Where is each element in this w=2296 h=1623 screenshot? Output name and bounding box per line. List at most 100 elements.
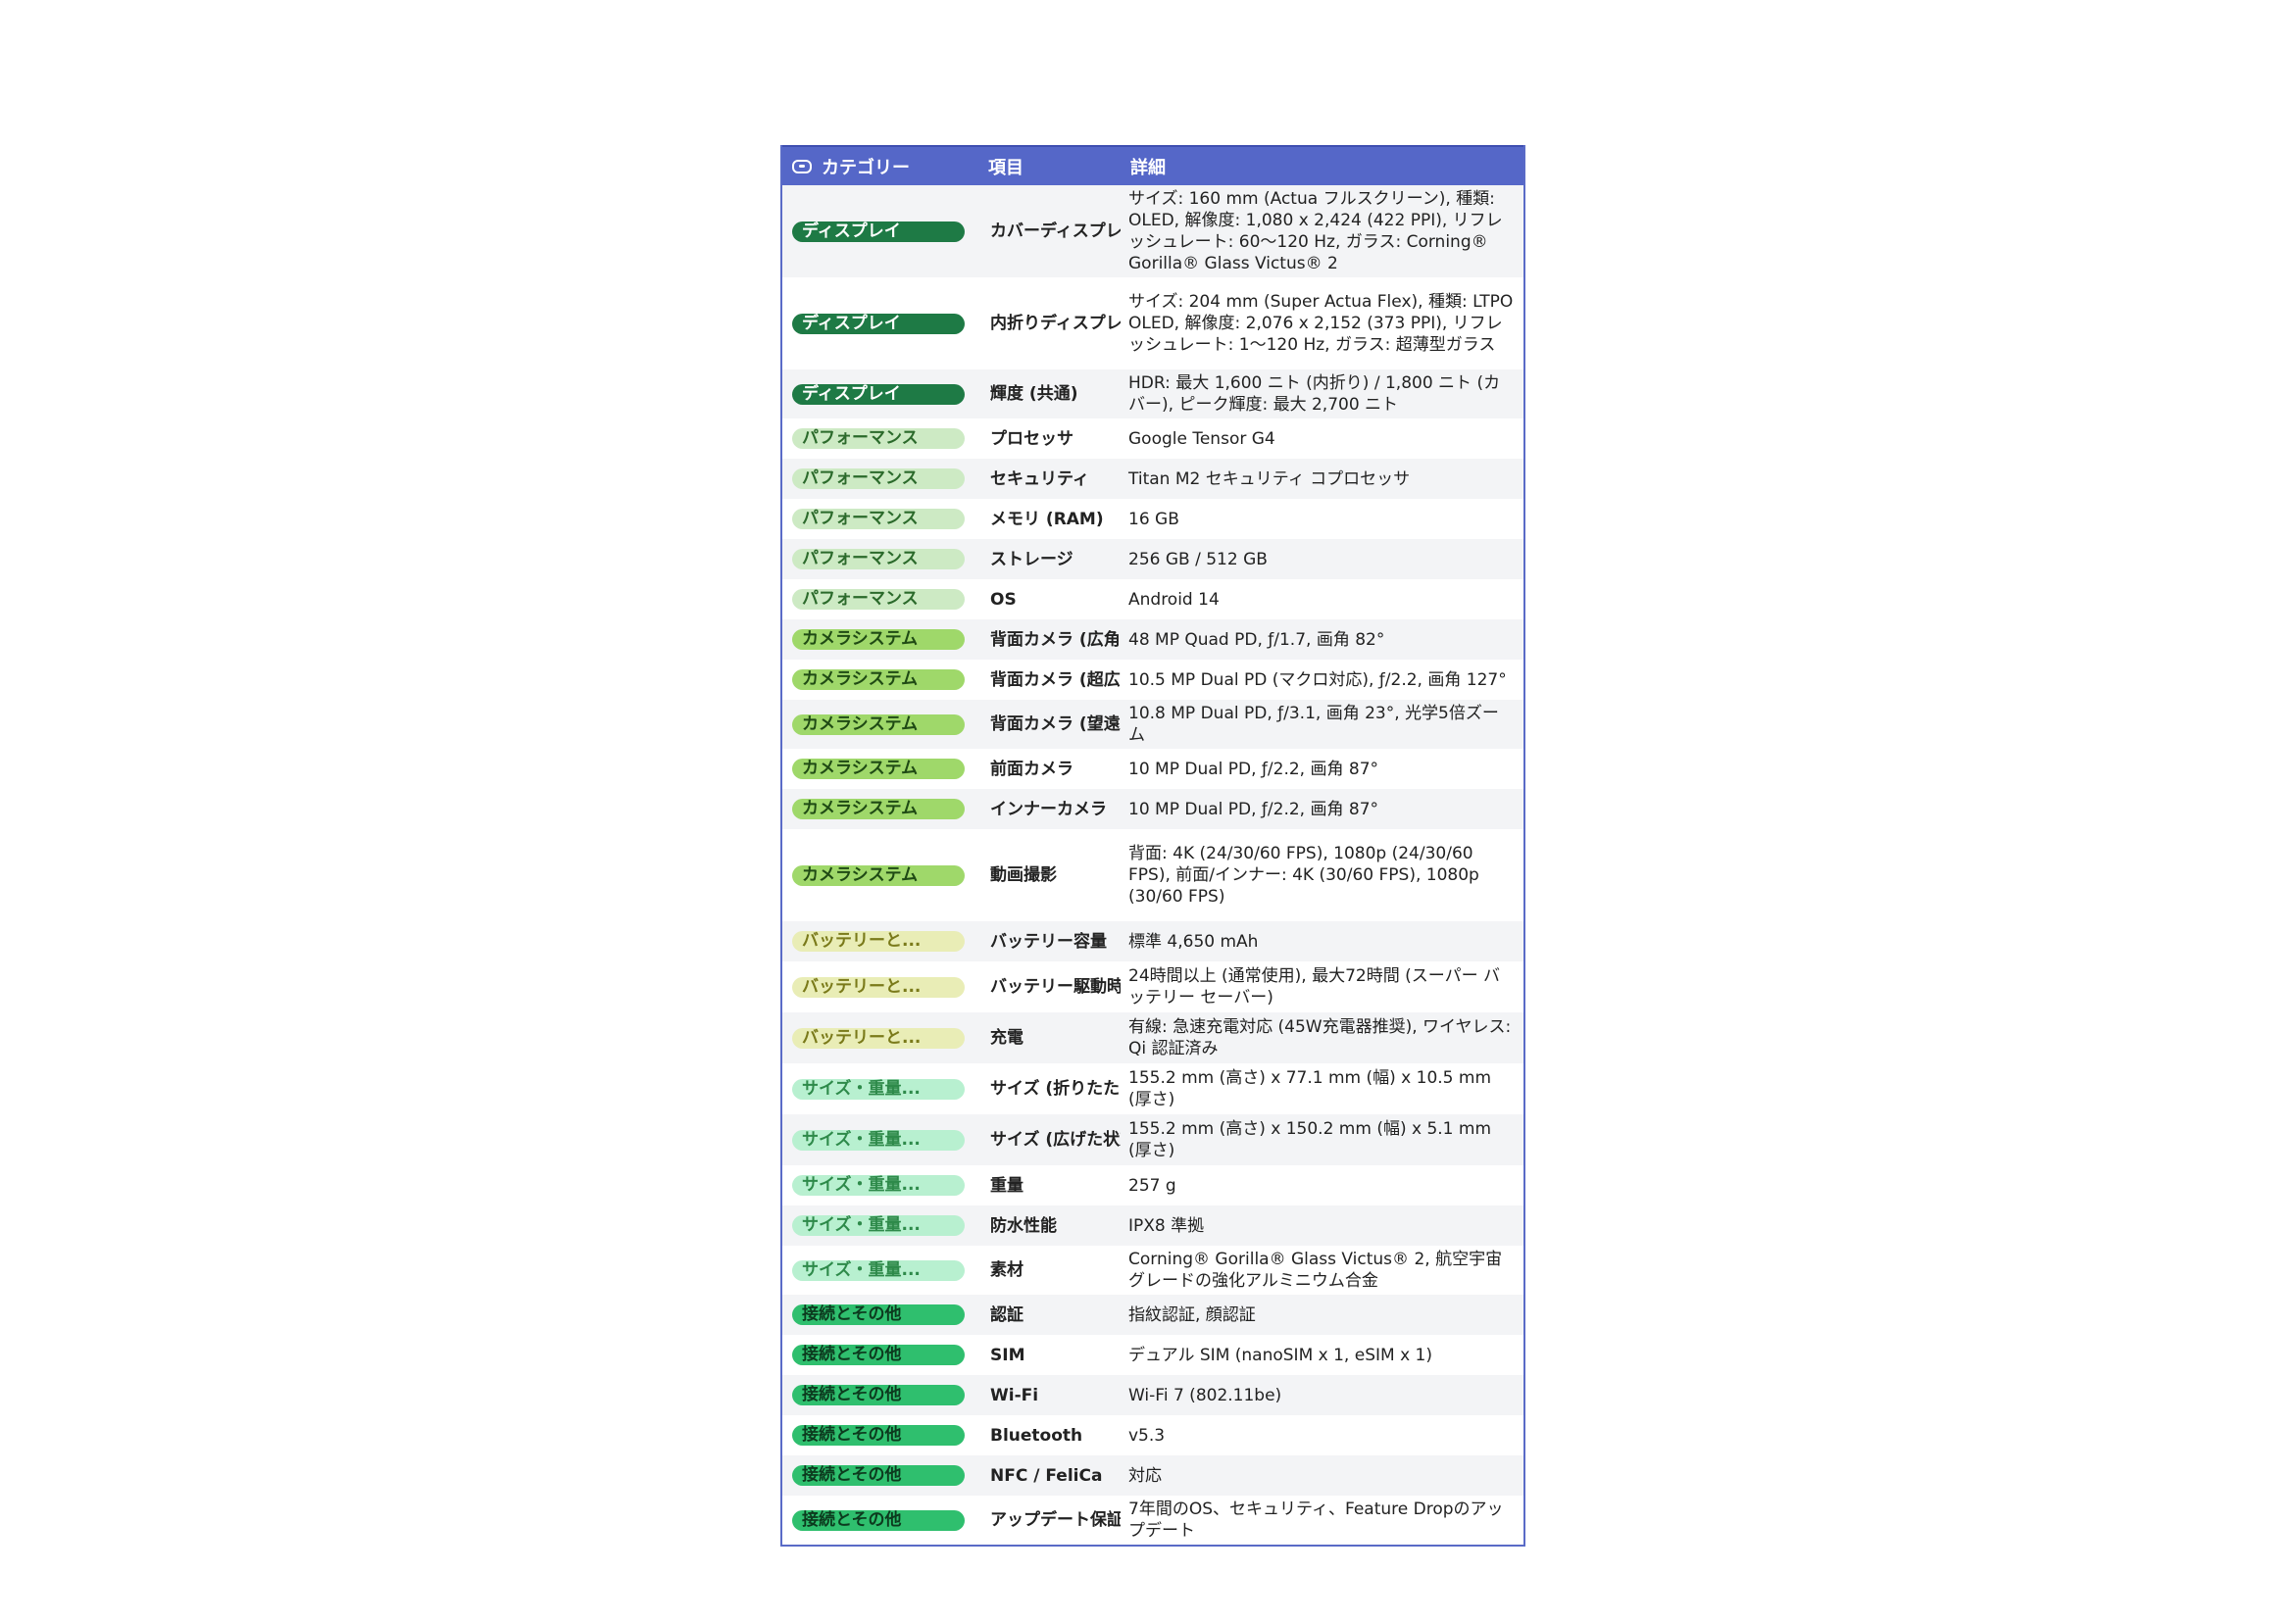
- table-row: カメラシステム 背面カメラ (超広角) 10.5 MP Dual PD (マクロ対応…: [782, 660, 1523, 700]
- category-badge: 接続とその他: [792, 1465, 965, 1486]
- table-row: 接続とその他 SIM デュアル SIM (nanoSIM x 1, eSIM x 1…: [782, 1335, 1523, 1375]
- category-badge: カメラシステム: [792, 713, 965, 735]
- detail-cell: 257 g: [1128, 1175, 1176, 1196]
- detail-cell: 対応: [1128, 1465, 1162, 1486]
- item-cell: メモリ (RAM): [990, 509, 1104, 529]
- category-cell: バッテリーと...: [782, 1027, 978, 1049]
- header-item[interactable]: 項目: [978, 154, 1121, 179]
- category-icon: [792, 159, 812, 173]
- category-cell: バッテリーと...: [782, 976, 978, 998]
- item-cell: サイズ (広げた状態): [990, 1130, 1121, 1150]
- item-cell: カバーディスプレイ: [990, 221, 1121, 241]
- category-badge: パフォーマンス: [792, 589, 965, 610]
- item-cell: OS: [990, 589, 1017, 610]
- table-row: ディスプレイ 内折りディスプレイサイズ: 204 mm (Super Actua …: [782, 277, 1523, 369]
- table-row: ディスプレイ 輝度 (共通) HDR: 最大 1,600 ニト (内折り) / 1,…: [782, 369, 1523, 418]
- table-row: サイズ・重量... 素材 Corning® Gorilla® Glass Victu…: [782, 1246, 1523, 1295]
- item-cell: 輝度 (共通): [990, 384, 1078, 404]
- category-badge: ディスプレイ: [792, 383, 965, 405]
- detail-cell: 7年間のOS、セキュリティ、Feature Dropのアップデート: [1128, 1500, 1504, 1541]
- category-badge: サイズ・重量...: [792, 1259, 965, 1281]
- category-cell: 接続とその他: [782, 1345, 978, 1365]
- table-row: カメラシステム 背面カメラ (広角) 48 MP Quad PD, ƒ/1.7, 画…: [782, 619, 1523, 660]
- category-cell: カメラシステム: [782, 799, 978, 819]
- header-category[interactable]: カテゴリー: [782, 154, 978, 179]
- table-row: 接続とその他 認証 指紋認証, 顔認証: [782, 1295, 1523, 1335]
- detail-cell: Corning® Gorilla® Glass Victus® 2, 航空宇宙グ…: [1128, 1250, 1503, 1291]
- table-row: サイズ・重量... サイズ (広げた状態) 155.2 mm (高さ) x 150.…: [782, 1114, 1523, 1165]
- table-row: パフォーマンス セキュリティ Titan M2 セキュリティ コプロセッサ: [782, 459, 1523, 499]
- detail-cell: v5.3: [1128, 1425, 1166, 1446]
- table-row: カメラシステム 動画撮影 背面: 4K (24/30/60 FPS), 1080p …: [782, 829, 1523, 921]
- category-cell: サイズ・重量...: [782, 1175, 978, 1196]
- category-cell: 接続とその他: [782, 1304, 978, 1325]
- category-cell: パフォーマンス: [782, 428, 978, 449]
- spec-table: カテゴリー 項目 詳細 ディスプレイ カバーディスプレイサイズ: 160 mm (…: [780, 145, 1525, 1547]
- detail-cell: デュアル SIM (nanoSIM x 1, eSIM x 1): [1128, 1345, 1432, 1365]
- category-badge: サイズ・重量...: [792, 1078, 965, 1100]
- item-cell: 充電: [990, 1028, 1023, 1048]
- table-row: バッテリーと... バッテリー駆動時間 24時間以上 (通常使用), 最大72時間 …: [782, 961, 1523, 1012]
- detail-cell: 24時間以上 (通常使用), 最大72時間 (スーパー バッテリー セーバー): [1128, 966, 1501, 1008]
- category-cell: ディスプレイ: [782, 383, 978, 405]
- detail-cell: 10 MP Dual PD, ƒ/2.2, 画角 87°: [1128, 759, 1379, 779]
- category-badge: バッテリーと...: [792, 1027, 965, 1049]
- category-badge: カメラシステム: [792, 669, 965, 690]
- category-cell: パフォーマンス: [782, 589, 978, 610]
- detail-cell: 背面: 4K (24/30/60 FPS), 1080p (24/30/60 F…: [1128, 844, 1479, 907]
- table-row: 接続とその他 アップデート保証 7年間のOS、セキュリティ、Feature Drop…: [782, 1496, 1523, 1545]
- category-badge: カメラシステム: [792, 799, 965, 819]
- header-detail[interactable]: 詳細: [1121, 154, 1523, 179]
- table-row: パフォーマンス プロセッサ Google Tensor G4: [782, 418, 1523, 459]
- item-cell: 前面カメラ: [990, 759, 1073, 779]
- item-cell: NFC / FeliCa: [990, 1465, 1103, 1486]
- item-cell: インナーカメラ: [990, 799, 1107, 819]
- detail-cell: 155.2 mm (高さ) x 150.2 mm (幅) x 5.1 mm (厚…: [1128, 1119, 1492, 1160]
- category-badge: バッテリーと...: [792, 976, 965, 998]
- detail-cell: IPX8 準拠: [1128, 1215, 1205, 1236]
- category-badge: ディスプレイ: [792, 221, 965, 242]
- item-cell: SIM: [990, 1345, 1025, 1365]
- item-cell: 重量: [990, 1175, 1023, 1196]
- detail-cell: 48 MP Quad PD, ƒ/1.7, 画角 82°: [1128, 629, 1385, 650]
- category-cell: カメラシステム: [782, 759, 978, 779]
- table-row: カメラシステム 前面カメラ 10 MP Dual PD, ƒ/2.2, 画角 87°: [782, 749, 1523, 789]
- category-cell: パフォーマンス: [782, 468, 978, 489]
- category-badge: 接続とその他: [792, 1345, 965, 1365]
- detail-cell: 標準 4,650 mAh: [1128, 931, 1259, 952]
- table-row: 接続とその他 NFC / FeliCa 対応: [782, 1455, 1523, 1496]
- category-cell: サイズ・重量...: [782, 1215, 978, 1236]
- detail-cell: 155.2 mm (高さ) x 77.1 mm (幅) x 10.5 mm (厚…: [1128, 1068, 1492, 1109]
- header-category-label: カテゴリー: [822, 157, 910, 178]
- table-body: ディスプレイ カバーディスプレイサイズ: 160 mm (Actua フルスクリー…: [782, 185, 1523, 1545]
- detail-cell: 指紋認証, 顔認証: [1128, 1304, 1256, 1325]
- category-cell: 接続とその他: [782, 1385, 978, 1405]
- category-cell: ディスプレイ: [782, 313, 978, 334]
- detail-cell: サイズ: 160 mm (Actua フルスクリーン), 種類: OLED, 解…: [1128, 189, 1503, 273]
- category-badge: ディスプレイ: [792, 313, 965, 334]
- category-badge: カメラシステム: [792, 864, 965, 886]
- table-row: パフォーマンス メモリ (RAM) 16 GB: [782, 499, 1523, 539]
- item-cell: ストレージ: [990, 549, 1073, 569]
- detail-cell: 10.5 MP Dual PD (マクロ対応), ƒ/2.2, 画角 127°: [1128, 669, 1507, 690]
- item-cell: 背面カメラ (望遠): [990, 714, 1121, 734]
- detail-cell: 16 GB: [1128, 509, 1179, 529]
- table-row: ディスプレイ カバーディスプレイサイズ: 160 mm (Actua フルスクリー…: [782, 185, 1523, 277]
- detail-cell: 10 MP Dual PD, ƒ/2.2, 画角 87°: [1128, 799, 1379, 819]
- category-badge: パフォーマンス: [792, 549, 965, 569]
- item-cell: サイズ (折りたたみ時): [990, 1079, 1121, 1099]
- table-row: 接続とその他 Bluetooth v5.3: [782, 1415, 1523, 1455]
- category-cell: カメラシステム: [782, 629, 978, 650]
- category-badge: 接続とその他: [792, 1425, 965, 1446]
- detail-cell: Google Tensor G4: [1128, 428, 1275, 449]
- category-badge: サイズ・重量...: [792, 1175, 965, 1196]
- category-badge: サイズ・重量...: [792, 1129, 965, 1151]
- category-cell: サイズ・重量...: [782, 1078, 978, 1100]
- category-badge: パフォーマンス: [792, 509, 965, 529]
- detail-cell: 10.8 MP Dual PD, ƒ/3.1, 画角 23°, 光学5倍ズーム: [1128, 704, 1499, 745]
- item-cell: アップデート保証: [990, 1510, 1121, 1530]
- category-cell: サイズ・重量...: [782, 1129, 978, 1151]
- item-cell: バッテリー駆動時間: [990, 977, 1121, 997]
- category-badge: バッテリーと...: [792, 931, 965, 952]
- category-badge: パフォーマンス: [792, 428, 965, 449]
